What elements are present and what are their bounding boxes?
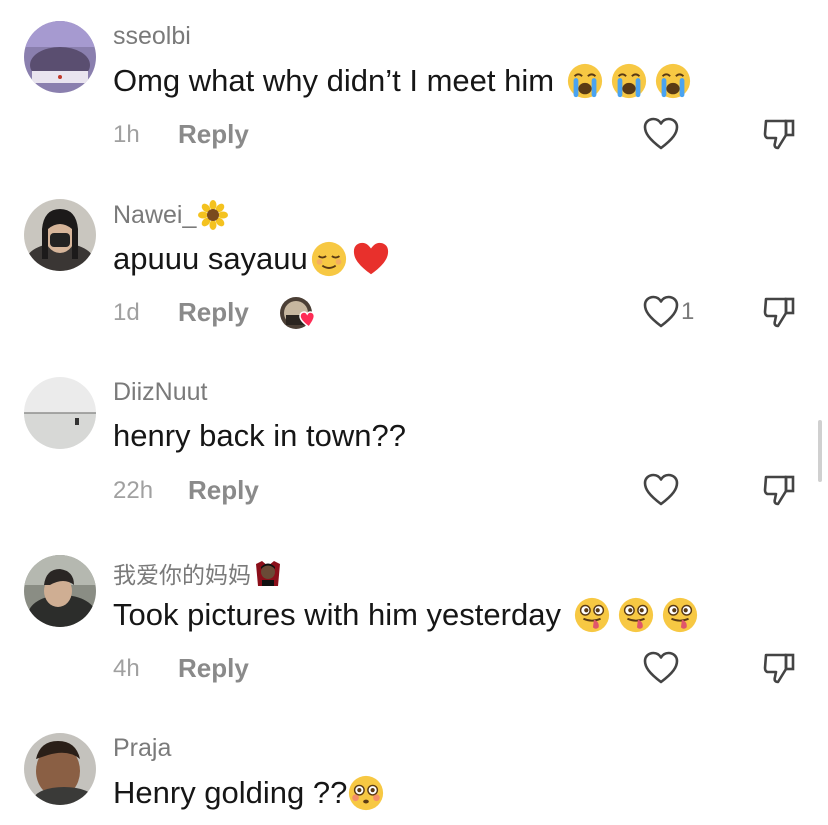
comment-text-content: Henry golding ?? [113,775,348,810]
comment-text: henry back in town?? [113,418,406,454]
dislike-button[interactable] [762,295,796,329]
reply-button[interactable]: Reply [178,297,249,328]
comment-text: Took pictures with him yesterday [113,596,699,634]
comment-text: apuuu sayauu [113,240,390,278]
comment-text: Omg what why didn’t I meet him [113,62,692,100]
username-text: 我爱你的妈妈 [113,563,251,589]
comment-item: 我爱你的妈妈 Took pictures with him yesterday … [0,534,828,712]
comment-item: Nawei_ apuuu sayauu 1d Reply 1 [0,178,828,356]
scrollbar[interactable] [818,420,822,482]
winking-face-with-tongue-icon [617,596,655,634]
timestamp: 1d [113,299,140,326]
winking-face-with-tongue-icon [661,596,699,634]
username[interactable]: DiizNuut [113,378,207,407]
heart-outline-icon [643,473,679,506]
timestamp: 4h [113,655,140,682]
dislike-button[interactable] [762,651,796,685]
thumbs-down-outline-icon [763,297,795,328]
dislike-button[interactable] [762,117,796,151]
comment-text-content: Took pictures with him yesterday [113,597,561,632]
username[interactable]: Praja [113,734,171,763]
vampire-icon [253,558,283,588]
thumbs-down-outline-icon [763,653,795,684]
thumbs-down-outline-icon [763,475,795,506]
loudly-crying-face-icon [654,62,692,100]
comment-text-content: apuuu sayauu [113,241,308,276]
flushed-face-icon [347,774,385,812]
relieved-face-icon [310,240,348,278]
timestamp: 22h [113,477,154,504]
creator-liked-avatar [278,295,318,335]
loudly-crying-face-icon [566,62,604,100]
avatar[interactable] [24,555,96,627]
winking-face-with-tongue-icon [573,596,611,634]
comment-text-content: henry back in town?? [113,418,406,453]
comment-text-content: Omg what why didn’t I meet him [113,63,555,98]
timestamp: 1h [113,121,140,148]
like-button[interactable] [643,473,679,507]
avatar[interactable] [24,377,96,449]
username[interactable]: 我爱你的妈妈 [113,556,283,590]
reply-button[interactable]: Reply [178,119,249,150]
like-count: 1 [681,298,695,325]
username[interactable]: sseolbi [113,22,191,51]
like-button[interactable]: 1 [643,295,694,329]
heart-outline-icon [643,651,679,684]
red-heart-icon [352,240,390,278]
avatar[interactable] [24,733,96,805]
comment-item: Praja Henry golding ?? [0,712,828,825]
dislike-button[interactable] [762,473,796,507]
loudly-crying-face-icon [610,62,648,100]
like-button[interactable] [643,117,679,151]
comment-text: Henry golding ?? [113,774,385,812]
comment-item: sseolbi Omg what why didn’t I meet him 1… [0,0,828,178]
reply-button[interactable]: Reply [188,475,259,506]
username-text: Nawei_ [113,200,197,229]
like-button[interactable] [643,651,679,685]
comments-list: sseolbi Omg what why didn’t I meet him 1… [0,0,828,825]
avatar[interactable] [24,199,96,271]
sunflower-icon [198,200,229,230]
thumbs-down-outline-icon [763,119,795,150]
heart-outline-icon [643,295,679,328]
comment-item: DiizNuut henry back in town?? 22h Reply [0,356,828,534]
username[interactable]: Nawei_ [113,200,229,230]
reply-button[interactable]: Reply [178,653,249,684]
avatar[interactable] [24,21,96,93]
heart-outline-icon [643,117,679,150]
